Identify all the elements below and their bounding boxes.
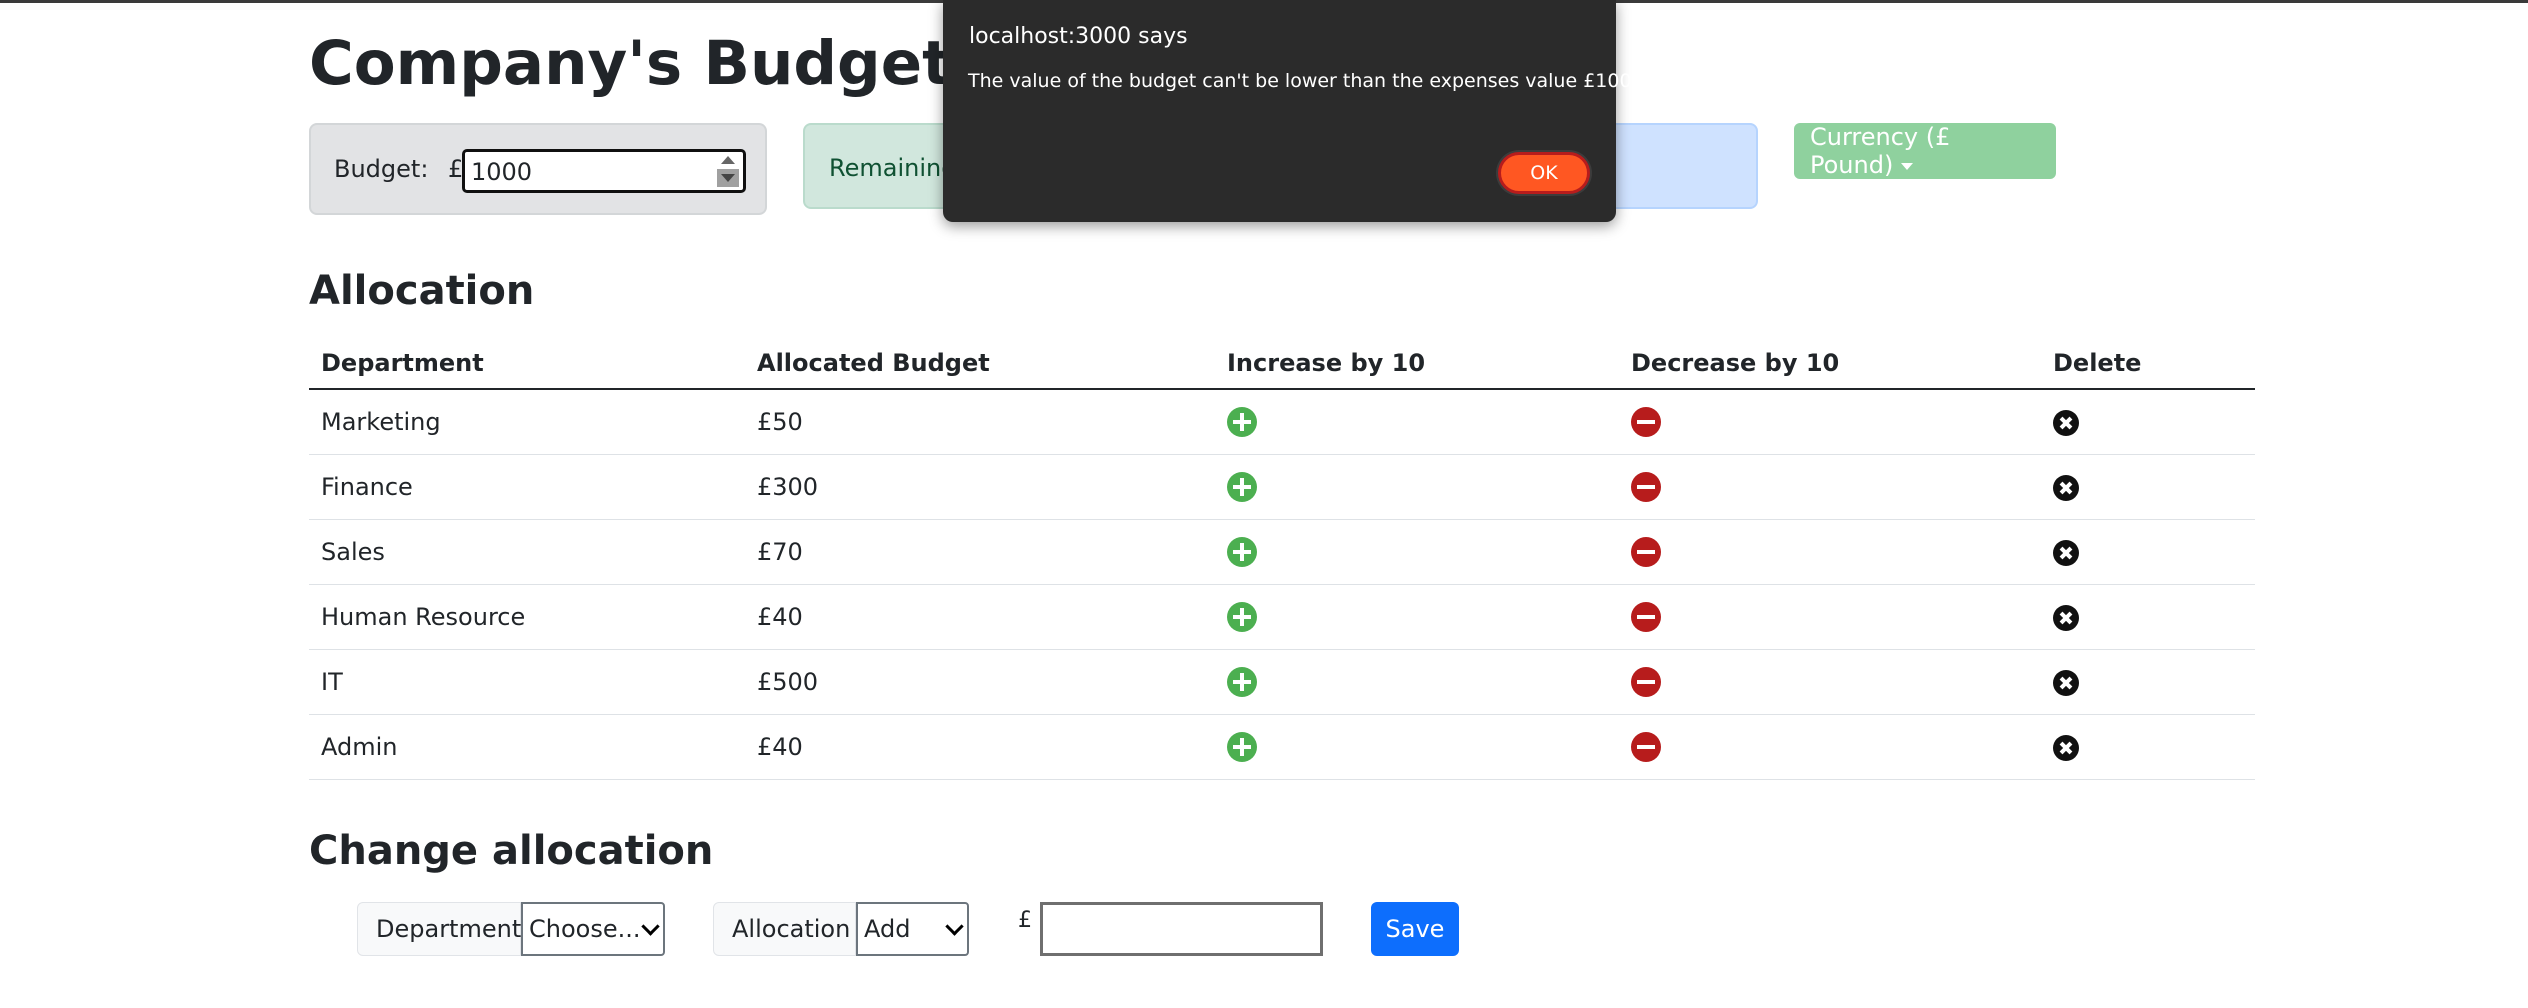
col-increase: Increase by 10 [1215,338,1619,390]
spin-down-icon[interactable] [717,169,739,187]
budget-cell: £40 [745,714,1215,780]
department-label-text: Department [376,915,522,943]
caret-down-icon [1901,162,1914,170]
budget-spinner[interactable] [717,156,739,187]
budget-cell: £50 [745,389,1215,455]
plus-circle-icon[interactable] [1227,667,1257,697]
col-allocated-budget: Allocated Budget [745,338,1215,390]
col-decrease: Decrease by 10 [1619,338,2041,390]
plus-circle-icon[interactable] [1227,537,1257,567]
plus-circle-icon[interactable] [1227,732,1257,762]
budget-label: Budget: [334,155,429,183]
col-department: Department [309,338,745,390]
x-circle-icon[interactable] [2053,670,2079,696]
department-cell: Marketing [309,389,745,455]
budget-cell: £40 [745,584,1215,650]
amount-currency-symbol: £ [1018,908,1032,933]
minus-circle-icon[interactable] [1631,407,1661,437]
minus-circle-icon[interactable] [1631,472,1661,502]
dialog-ok-button[interactable]: OK [1498,152,1590,194]
col-delete: Delete [2041,338,2255,390]
department-cell: IT [309,649,745,715]
budget-panel: Budget: £ 1000 [309,123,767,215]
allocation-heading: Allocation [309,268,535,314]
plus-circle-icon[interactable] [1227,407,1257,437]
department-cell: Human Resource [309,584,745,650]
table-row: IT £500 [309,649,2255,715]
plus-circle-icon[interactable] [1227,602,1257,632]
table-row: Finance £300 [309,454,2255,520]
amount-input[interactable] [1040,902,1323,956]
x-circle-icon[interactable] [2053,410,2079,436]
budget-input[interactable]: 1000 [462,149,746,193]
minus-circle-icon[interactable] [1631,537,1661,567]
department-cell: Sales [309,519,745,585]
x-circle-icon[interactable] [2053,540,2079,566]
department-select[interactable]: Choose... [521,902,665,956]
table-row: Admin £40 [309,714,2255,780]
save-button[interactable]: Save [1371,902,1459,956]
table-row: Human Resource £40 [309,584,2255,650]
table-row: Marketing £50 [309,389,2255,455]
minus-circle-icon[interactable] [1631,732,1661,762]
budget-currency-symbol: £ [448,155,464,183]
allocation-select-value: Add [864,915,911,943]
spin-up-icon[interactable] [721,156,735,164]
chevron-down-icon [945,916,964,936]
department-select-label: Department [357,902,521,956]
allocation-type-select[interactable]: Add [856,902,969,956]
alert-dialog: localhost:3000 says The value of the bud… [943,0,1644,222]
chevron-down-icon [641,916,660,936]
budget-cell: £70 [745,519,1215,585]
currency-dropdown-label: Currency (£ Pound) [1810,123,1951,179]
change-allocation-heading: Change allocation [309,828,714,874]
dialog-title: localhost:3000 says [969,24,1188,49]
table-row: Sales £70 [309,519,2255,585]
minus-circle-icon[interactable] [1631,602,1661,632]
allocation-select-label: Allocation [713,902,856,956]
table-header-row: Department Allocated Budget Increase by … [309,338,2255,390]
budget-cell: £500 [745,649,1215,715]
minus-circle-icon[interactable] [1631,667,1661,697]
allocation-label-text: Allocation [732,915,851,943]
department-select-value: Choose... [529,915,641,943]
budget-cell: £300 [745,454,1215,520]
department-cell: Admin [309,714,745,780]
currency-dropdown-button[interactable]: Currency (£ Pound) [1794,123,2056,179]
budget-input-value: 1000 [471,158,533,186]
allocation-table: Department Allocated Budget Increase by … [309,338,2255,780]
department-cell: Finance [309,454,745,520]
dialog-message: The value of the budget can't be lower t… [968,70,1644,92]
plus-circle-icon[interactable] [1227,472,1257,502]
x-circle-icon[interactable] [2053,735,2079,761]
x-circle-icon[interactable] [2053,605,2079,631]
remaining-label: Remaining [829,154,957,182]
x-circle-icon[interactable] [2053,475,2079,501]
